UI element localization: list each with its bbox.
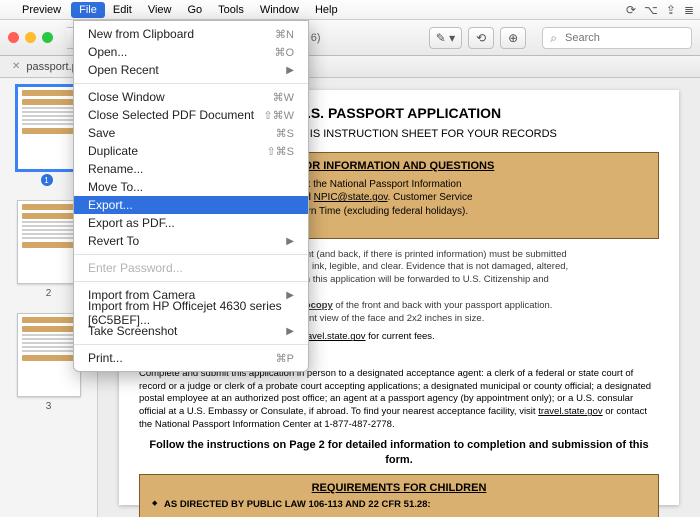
menu-tools[interactable]: Tools (210, 2, 252, 18)
thumbnail-label: 2 (46, 288, 52, 299)
menu-help[interactable]: Help (307, 2, 346, 18)
thumbnail-label: 3 (46, 401, 52, 412)
menu-item-export[interactable]: Export... (74, 196, 308, 214)
close-tab-icon[interactable]: ✕ (12, 61, 20, 72)
menu-go[interactable]: Go (179, 2, 210, 18)
zoom-window-button[interactable] (42, 32, 53, 43)
search-icon: ⌕ (550, 31, 557, 45)
app-menu[interactable]: Preview (14, 2, 69, 18)
sync-icon[interactable]: ⟳ (626, 3, 636, 17)
fees-link[interactable]: travel.state.gov (301, 331, 365, 342)
menu-item-open-recent[interactable]: Open Recent▶ (74, 61, 308, 79)
menu-window[interactable]: Window (252, 2, 307, 18)
menu-file[interactable]: File (71, 2, 105, 18)
menubar: Preview FileEditViewGoToolsWindowHelp ⟳ … (0, 0, 700, 20)
menu-item-rename[interactable]: Rename... (74, 160, 308, 178)
menubar-status: ⟳ ⌥ ⇪ ≣ (626, 3, 694, 17)
menu-edit[interactable]: Edit (105, 2, 140, 18)
menu-item-open[interactable]: Open...⌘O (74, 43, 308, 61)
menu-item-save[interactable]: Save⌘S (74, 124, 308, 142)
howto-link[interactable]: travel.state.gov (538, 406, 602, 417)
menu-view[interactable]: View (140, 2, 180, 18)
close-window-button[interactable] (8, 32, 19, 43)
wifi-icon[interactable]: ≣ (684, 3, 694, 17)
markup-button[interactable]: ⊕ (500, 27, 526, 49)
requirements-box: REQUIREMENTS FOR CHILDREN AS DIRECTED BY… (139, 474, 659, 517)
search-field-wrap: ⌕ (532, 27, 692, 49)
menu-item-enter-password: Enter Password... (74, 259, 308, 277)
menu-item-new-from-clipboard[interactable]: New from Clipboard⌘N (74, 25, 308, 43)
menu-item-move-to[interactable]: Move To... (74, 178, 308, 196)
npic-link[interactable]: NPIC@state.gov (314, 192, 388, 203)
req-header: REQUIREMENTS FOR CHILDREN (148, 481, 650, 496)
thumbnail-label: 1 (41, 174, 57, 186)
menu-item-duplicate[interactable]: Duplicate⇧⌘S (74, 142, 308, 160)
file-menu-dropdown: New from Clipboard⌘NOpen...⌘OOpen Recent… (73, 20, 309, 372)
search-input[interactable] (542, 27, 692, 49)
menu-item-close-selected-pdf-document[interactable]: Close Selected PDF Document⇧⌘W (74, 106, 308, 124)
rotate-button[interactable]: ⟲ (468, 27, 494, 49)
highlight-button[interactable]: ✎ ▾ (429, 27, 462, 49)
dropbox-icon[interactable]: ⇪ (666, 3, 676, 17)
menu-item-export-as-pdf[interactable]: Export as PDF... (74, 214, 308, 232)
menu-item-import-from-hp-officejet-4630-series-6c5bef[interactable]: Import from HP Officejet 4630 series [6C… (74, 304, 308, 322)
menu-item-print[interactable]: Print...⌘P (74, 349, 308, 367)
menu-item-take-screenshot[interactable]: Take Screenshot▶ (74, 322, 308, 340)
menu-item-revert-to[interactable]: Revert To▶ (74, 232, 308, 250)
window-controls (8, 32, 53, 43)
menu-item-close-window[interactable]: Close Window⌘W (74, 88, 308, 106)
follow-line: Follow the instructions on Page 2 for de… (139, 438, 659, 468)
bluetooth-icon[interactable]: ⌥ (644, 3, 658, 17)
minimize-window-button[interactable] (25, 32, 36, 43)
